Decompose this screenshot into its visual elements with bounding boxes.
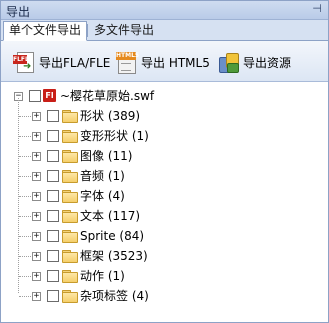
- tree-item-label: 文本 (117): [80, 209, 141, 223]
- expand-icon[interactable]: +: [32, 232, 41, 241]
- expand-icon[interactable]: +: [32, 272, 41, 281]
- tree-item-label: 动作 (1): [80, 269, 125, 283]
- folder-icon: [62, 150, 78, 163]
- export-fla-button[interactable]: FLFL ➜ 导出FLA/FLE: [13, 50, 110, 74]
- tree-connector: [19, 156, 33, 157]
- export-html5-button[interactable]: HTML5 导出 HTML5: [115, 50, 210, 74]
- tree-item-row[interactable]: + 杂项标签 (4): [1, 286, 301, 306]
- tree-connector: [19, 256, 33, 257]
- tree-connector: [19, 216, 33, 217]
- tree-item-row[interactable]: + 音频 (1): [1, 166, 301, 186]
- folder-icon: [62, 290, 78, 303]
- tree-item-label: 形状 (389): [80, 109, 141, 123]
- tree-item-label: 音频 (1): [80, 169, 125, 183]
- folder-icon: [62, 110, 78, 123]
- resource-tree: − Fl ~樱花草原始.swf + 形状 (389) + 变形形状 (1) + 图像 (1…: [1, 82, 328, 322]
- fla-file-icon: FLFL ➜: [13, 51, 35, 73]
- tree-item-label: 杂项标签 (4): [80, 289, 149, 303]
- expand-icon[interactable]: +: [32, 152, 41, 161]
- item-checkbox[interactable]: [47, 230, 59, 242]
- tab-single-file-export[interactable]: 单个文件导出: [3, 21, 88, 41]
- expand-icon[interactable]: +: [32, 132, 41, 141]
- tree-item-label: 变形形状 (1): [80, 129, 149, 143]
- tree-connector: [19, 116, 33, 117]
- export-toolbar: FLFL ➜ 导出FLA/FLE HTML5 导出 HTML5 导出资源: [1, 41, 328, 82]
- root-checkbox[interactable]: [29, 90, 41, 102]
- item-checkbox[interactable]: [47, 210, 59, 222]
- folder-icon: [62, 230, 78, 243]
- tree-connector: [19, 176, 33, 177]
- flash-file-icon: Fl: [43, 89, 56, 102]
- panel-title: 导出: [6, 5, 31, 19]
- html5-file-icon: HTML5: [115, 51, 139, 74]
- expand-icon[interactable]: +: [32, 172, 41, 181]
- folder-icon: [62, 130, 78, 143]
- item-checkbox[interactable]: [47, 190, 59, 202]
- expand-icon[interactable]: +: [32, 112, 41, 121]
- panel-title-bar: 导出 ⊣: [1, 1, 328, 20]
- item-checkbox[interactable]: [47, 290, 59, 302]
- item-checkbox[interactable]: [47, 270, 59, 282]
- item-checkbox[interactable]: [47, 170, 59, 182]
- tree-item-label: 图像 (11): [80, 149, 133, 163]
- export-fla-label: 导出FLA/FLE: [39, 55, 111, 70]
- export-html5-label: 导出 HTML5: [141, 55, 210, 70]
- root-label: ~樱花草原始.swf: [60, 89, 155, 103]
- tree-item-label: 框架 (3523): [80, 249, 148, 263]
- tree-connector: [19, 236, 33, 237]
- tab-separator: [87, 24, 88, 37]
- export-resources-button[interactable]: 导出资源: [217, 50, 291, 74]
- export-resources-label: 导出资源: [243, 55, 292, 70]
- export-panel: 导出 ⊣ 单个文件导出 多文件导出 FLFL ➜ 导出FLA/FLE HTML5…: [0, 0, 329, 323]
- tree-root-row[interactable]: − Fl ~樱花草原始.swf: [1, 86, 301, 106]
- item-checkbox[interactable]: [47, 250, 59, 262]
- folder-icon: [62, 170, 78, 183]
- tree-item-row[interactable]: + 图像 (11): [1, 146, 301, 166]
- expand-icon[interactable]: +: [32, 292, 41, 301]
- folder-icon: [62, 250, 78, 263]
- tree-item-row[interactable]: + 变形形状 (1): [1, 126, 301, 146]
- tree-connector: [19, 296, 33, 297]
- tree-item-row[interactable]: + 字体 (4): [1, 186, 301, 206]
- expand-icon[interactable]: +: [32, 212, 41, 221]
- tree-item-row[interactable]: + 框架 (3523): [1, 246, 301, 266]
- tree-item-row[interactable]: + Sprite (84): [1, 226, 301, 246]
- tab-multi-file-export[interactable]: 多文件导出: [89, 22, 159, 39]
- tree-item-row[interactable]: + 形状 (389): [1, 106, 301, 126]
- tree-connector: [19, 196, 33, 197]
- resources-icon: [217, 51, 239, 73]
- folder-icon: [62, 210, 78, 223]
- tree-connector: [19, 276, 33, 277]
- expand-icon[interactable]: +: [32, 252, 41, 261]
- tree-connector: [19, 136, 33, 137]
- folder-icon: [62, 190, 78, 203]
- tree-item-row[interactable]: + 文本 (117): [1, 206, 301, 226]
- item-checkbox[interactable]: [47, 150, 59, 162]
- item-checkbox[interactable]: [47, 110, 59, 122]
- tree-item-label: Sprite (84): [80, 229, 145, 243]
- folder-icon: [62, 270, 78, 283]
- tree-item-label: 字体 (4): [80, 189, 125, 203]
- item-checkbox[interactable]: [47, 130, 59, 142]
- tab-strip: 单个文件导出 多文件导出: [1, 20, 328, 41]
- expand-icon[interactable]: +: [32, 192, 41, 201]
- tree-item-row[interactable]: + 动作 (1): [1, 266, 301, 286]
- pin-icon[interactable]: ⊣: [310, 2, 324, 16]
